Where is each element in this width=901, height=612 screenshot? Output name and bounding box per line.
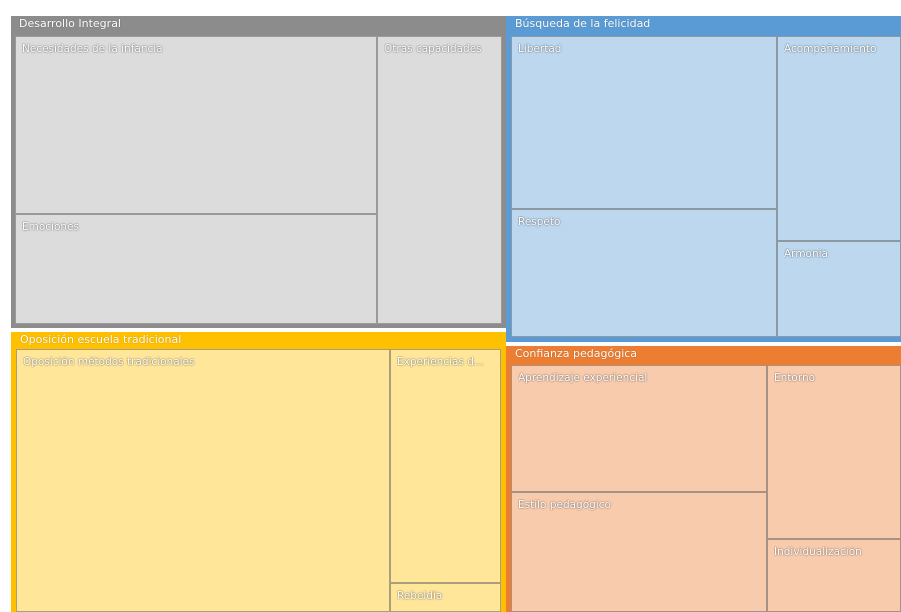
leaf-libertad[interactable]: Libertad [511, 36, 777, 209]
leaf-individualizacion[interactable]: Individualización [767, 539, 901, 612]
group-title: Oposición escuela tradicional [20, 333, 182, 346]
leaf-label: Necesidades de la infancia [22, 43, 163, 55]
leaf-label: Entorno [774, 372, 816, 384]
leaf-label: Armonía [784, 248, 828, 260]
leaf-label: Libertad [518, 43, 562, 55]
leaf-aprendizaje-experiencial[interactable]: Aprendizaje experiencial [511, 365, 767, 492]
leaf-experiencias[interactable]: Experiencias d... [390, 349, 501, 583]
leaf-label: Acompañamiento [784, 43, 877, 55]
leaf-acompanamiento[interactable]: Acompañamiento [777, 36, 901, 241]
group-oposicion-escuela[interactable]: Oposición escuela tradicional Oposición … [11, 332, 506, 612]
leaf-label: Oposición métodos tradicionales [23, 356, 195, 368]
leaf-label: Rebeldía [397, 590, 443, 602]
leaf-label: Estilo pedagógico [518, 499, 611, 511]
group-title: Desarrollo Integral [19, 17, 121, 30]
group-title: Confianza pedagógica [515, 347, 638, 360]
leaf-label: Individualización [774, 546, 862, 558]
leaf-label: Otras capacidades [384, 43, 482, 55]
leaf-armonia[interactable]: Armonía [777, 241, 901, 337]
group-busqueda-felicidad[interactable]: Búsqueda de la felicidad Libertad Respet… [506, 16, 901, 342]
leaf-label: Aprendizaje experiencial [518, 372, 648, 384]
leaf-otras-capacidades[interactable]: Otras capacidades [377, 36, 502, 324]
group-desarrollo-integral[interactable]: Desarrollo Integral Necesidades de la in… [11, 16, 506, 328]
leaf-emociones[interactable]: Emociones [15, 214, 377, 324]
leaf-rebeldia[interactable]: Rebeldía [390, 583, 501, 612]
leaf-oposicion-metodos[interactable]: Oposición métodos tradicionales [16, 349, 390, 612]
group-title: Búsqueda de la felicidad [515, 17, 651, 30]
leaf-respeto[interactable]: Respeto [511, 209, 777, 337]
treemap-chart: Desarrollo Integral Necesidades de la in… [0, 0, 901, 612]
leaf-estilo-pedagogico[interactable]: Estilo pedagógico [511, 492, 767, 612]
group-confianza-pedagogica[interactable]: Confianza pedagógica Aprendizaje experie… [506, 346, 901, 612]
leaf-entorno[interactable]: Entorno [767, 365, 901, 539]
leaf-label: Respeto [518, 216, 561, 228]
leaf-necesidades-infancia[interactable]: Necesidades de la infancia [15, 36, 377, 214]
leaf-label: Experiencias d... [397, 356, 484, 368]
leaf-label: Emociones [22, 221, 79, 233]
